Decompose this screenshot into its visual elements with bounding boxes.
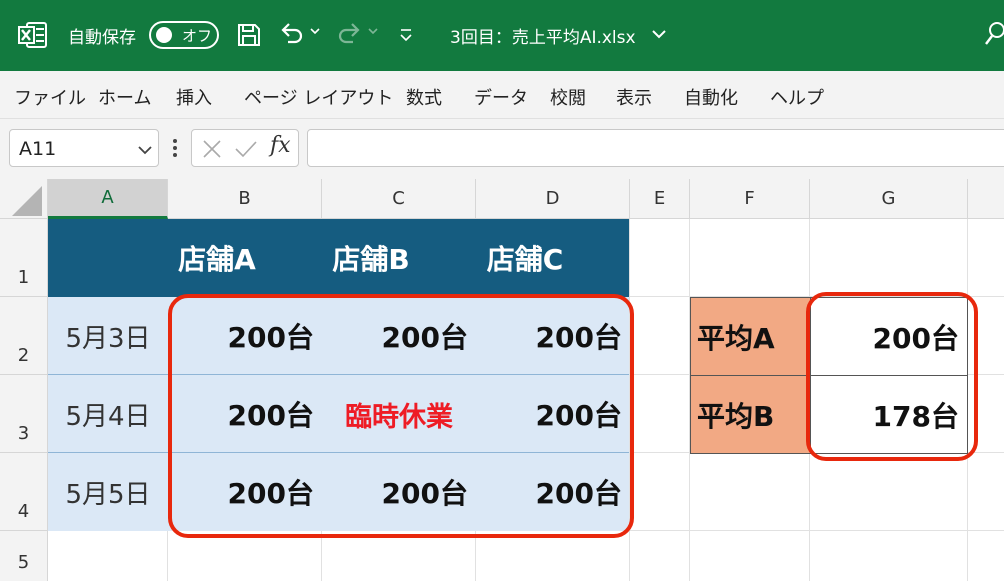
row-header-3[interactable]: 3 (0, 375, 48, 453)
name-box[interactable]: A11 (9, 129, 159, 167)
select-all-triangle-icon (12, 186, 42, 216)
autosave-label: 自動保存 (68, 27, 136, 48)
column-header-a[interactable]: A (48, 179, 168, 219)
save-icon[interactable] (236, 22, 262, 48)
column-header-f[interactable]: F (690, 179, 810, 219)
column-header-h[interactable] (968, 179, 1004, 219)
row-header-4[interactable]: 4 (0, 453, 48, 531)
excel-logo-icon[interactable] (18, 20, 48, 50)
title-bar: 自動保存 オフ 3回目：売上平均AI.xlsx (0, 0, 1004, 71)
column-header-c[interactable]: C (322, 179, 476, 219)
formula-bar-area: A11 fx (0, 119, 1004, 179)
tab-file[interactable]: ファイル (14, 84, 86, 110)
document-title[interactable]: 3回目：売上平均AI.xlsx (450, 23, 636, 48)
tab-review[interactable]: 校閲 (550, 84, 586, 110)
average-b-label[interactable]: 平均B (690, 375, 811, 454)
row-header-2[interactable]: 2 (0, 297, 48, 375)
tab-page-layout[interactable]: ページ レイアウト (244, 84, 393, 110)
confirm-entry-icon[interactable] (234, 139, 258, 159)
column-header-b[interactable]: B (168, 179, 322, 219)
store-b-header[interactable]: 店舗B (322, 219, 420, 297)
formula-buttons: fx (191, 129, 299, 167)
tab-automate[interactable]: 自動化 (684, 84, 738, 110)
date-cell[interactable]: 5月5日 (48, 453, 168, 531)
average-a-label[interactable]: 平均A (690, 297, 811, 376)
redo-icon[interactable] (335, 20, 363, 48)
tab-formulas[interactable]: 数式 (406, 84, 442, 110)
toggle-knob (156, 27, 172, 43)
column-header-e[interactable]: E (630, 179, 690, 219)
store-c-header[interactable]: 店舗C (476, 219, 574, 297)
formula-input[interactable] (307, 129, 1004, 167)
select-all-button[interactable] (0, 179, 48, 219)
tab-help[interactable]: ヘルプ (770, 84, 824, 110)
highlight-outline-data (168, 294, 634, 538)
row-header-5[interactable]: 5 (0, 531, 48, 581)
date-cell[interactable]: 5月3日 (48, 297, 168, 375)
undo-icon[interactable] (278, 20, 306, 48)
cancel-entry-icon[interactable] (202, 139, 222, 159)
row-header-1[interactable]: 1 (0, 219, 48, 297)
name-box-chevron-down-icon[interactable] (137, 142, 153, 156)
autosave-toggle[interactable]: オフ (149, 21, 219, 49)
search-icon[interactable] (984, 20, 1004, 48)
tab-data[interactable]: データ (474, 84, 528, 110)
worksheet-grid: A B C D E F G 1 2 3 4 5 店舗A 店舗B 店舗C 5月3日… (0, 179, 1004, 581)
undo-dropdown-chevron-icon[interactable] (310, 27, 320, 35)
date-cell[interactable]: 5月4日 (48, 375, 168, 453)
ribbon-tabs: ファイル ホーム 挿入 ページ レイアウト 数式 データ 校閲 表示 自動化 ヘ… (0, 71, 1004, 119)
tab-insert[interactable]: 挿入 (176, 84, 212, 110)
title-chevron-down-icon[interactable] (650, 25, 668, 43)
redo-dropdown-chevron-icon[interactable] (368, 27, 378, 35)
column-header-g[interactable]: G (810, 179, 968, 219)
autosave-state: オフ (182, 27, 213, 45)
tab-view[interactable]: 表示 (616, 84, 652, 110)
highlight-outline-averages (806, 292, 978, 461)
insert-function-icon[interactable]: fx (270, 133, 291, 158)
tab-home[interactable]: ホーム (98, 84, 151, 110)
store-a-header[interactable]: 店舗A (168, 219, 266, 297)
column-header-d[interactable]: D (476, 179, 630, 219)
customize-quick-access-icon[interactable] (398, 24, 414, 44)
more-options-icon[interactable] (171, 137, 179, 159)
name-box-value: A11 (19, 138, 57, 160)
